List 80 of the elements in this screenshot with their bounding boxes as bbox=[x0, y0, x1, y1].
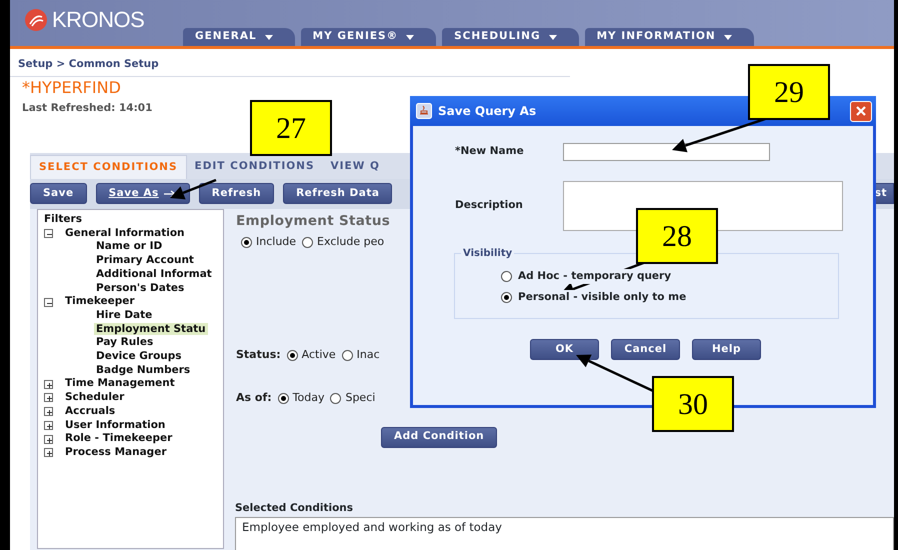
tree-title: Filters bbox=[44, 213, 83, 227]
radio-label: Exclude peo bbox=[317, 234, 384, 250]
expand-icon[interactable] bbox=[44, 434, 53, 444]
tree-item[interactable]: Role - Timekeeper bbox=[65, 432, 172, 446]
tree-item[interactable]: Device Groups bbox=[94, 350, 184, 362]
app-icon bbox=[416, 103, 432, 119]
tree-item[interactable]: Employment Statu bbox=[94, 322, 208, 335]
dialog-button[interactable]: OK bbox=[530, 339, 599, 360]
caret-icon bbox=[724, 34, 732, 40]
callout-label: 27 bbox=[250, 100, 332, 156]
radio-button[interactable] bbox=[330, 393, 342, 404]
logo-icon bbox=[24, 8, 48, 32]
radio-button[interactable] bbox=[278, 393, 289, 404]
tree-item[interactable]: Timekeeper bbox=[65, 295, 135, 309]
callout-label: 29 bbox=[748, 64, 830, 120]
expand-icon[interactable] bbox=[44, 393, 53, 402]
callout-label: 28 bbox=[636, 208, 718, 264]
tree-item[interactable]: Name or ID bbox=[94, 240, 164, 252]
tree-item[interactable]: Hire Date bbox=[94, 308, 154, 321]
radio-button[interactable] bbox=[342, 350, 353, 360]
field-label: Description bbox=[454, 198, 524, 214]
radio-label: Ad Hoc - temporary query bbox=[518, 268, 672, 284]
tree-item[interactable]: Additional Informat bbox=[94, 268, 214, 280]
tree-item[interactable]: General Information bbox=[65, 226, 185, 240]
radio-button[interactable] bbox=[302, 237, 314, 248]
radio-button[interactable] bbox=[241, 237, 252, 248]
tree-item[interactable]: Time Management bbox=[65, 377, 175, 392]
tree-item[interactable]: Process Manager bbox=[65, 446, 166, 460]
expand-icon[interactable] bbox=[44, 420, 53, 430]
radio-label: Inac bbox=[356, 346, 380, 363]
field-label: As of: bbox=[236, 390, 272, 406]
dialog-title: Save Query As bbox=[438, 103, 536, 120]
logo-text: KRONOS bbox=[52, 8, 144, 32]
caret-icon bbox=[264, 34, 273, 40]
dialog-button[interactable]: Cancel bbox=[611, 339, 680, 360]
group-title: Visibility bbox=[461, 246, 514, 261]
toolbar-button[interactable]: Save bbox=[30, 183, 87, 204]
tree-item[interactable]: Scheduler bbox=[65, 391, 124, 405]
radio-label: Include bbox=[256, 234, 296, 250]
nav-tab[interactable]: SCHEDULING bbox=[442, 28, 579, 46]
expand-icon[interactable] bbox=[44, 407, 53, 416]
nav-tab[interactable]: GENERAL bbox=[183, 28, 295, 46]
nav-tab[interactable]: MY INFORMATION bbox=[584, 28, 754, 46]
save-as-button[interactable]: Save As bbox=[96, 183, 190, 204]
radio-label: Today bbox=[292, 390, 324, 406]
radio-button[interactable] bbox=[501, 271, 512, 282]
section-title: Employment Status bbox=[236, 212, 390, 231]
nav-tab[interactable]: MY GENIES® bbox=[300, 28, 436, 46]
radio-button[interactable] bbox=[286, 350, 298, 360]
field-label: Status: bbox=[236, 346, 281, 363]
collapse-icon[interactable] bbox=[44, 229, 53, 238]
close-button[interactable] bbox=[850, 100, 872, 122]
radio-button[interactable] bbox=[501, 292, 512, 303]
conditions-box[interactable]: Employee employed and working as of today bbox=[235, 516, 894, 550]
tree-item[interactable]: Pay Rules bbox=[94, 336, 156, 348]
name-input[interactable] bbox=[563, 143, 770, 161]
add-condition-button[interactable]: Add Condition bbox=[381, 426, 498, 448]
field-label: *New Name bbox=[454, 144, 525, 160]
callout-label: 30 bbox=[652, 376, 734, 432]
toolbar-button[interactable]: Refresh Data bbox=[283, 183, 392, 204]
caret-icon bbox=[406, 34, 414, 40]
radio-label: Speci bbox=[345, 390, 376, 406]
tree-item[interactable]: Badge Numbers bbox=[94, 364, 192, 376]
last-refreshed-text: Last Refreshed: 14:01 bbox=[21, 100, 152, 116]
breadcrumb[interactable]: Setup > Common Setup bbox=[10, 49, 570, 77]
close-icon bbox=[855, 105, 867, 117]
field-label: Selected Conditions bbox=[235, 501, 354, 516]
radio-label: Personal - visible only to me bbox=[518, 290, 686, 306]
caret-icon bbox=[548, 34, 557, 40]
expand-icon[interactable] bbox=[44, 448, 53, 458]
dialog-button[interactable]: Help bbox=[692, 339, 761, 360]
tree-item[interactable]: Primary Account bbox=[94, 254, 196, 266]
expand-icon[interactable] bbox=[44, 380, 53, 389]
tree-item[interactable]: Accruals bbox=[65, 404, 116, 419]
tree-item[interactable]: Person's Dates bbox=[94, 282, 186, 294]
page-title: *HYPERFIND bbox=[21, 76, 121, 98]
tree-item[interactable]: User Information bbox=[65, 418, 166, 432]
toolbar-button[interactable]: Refresh bbox=[198, 183, 274, 204]
radio-label: Active bbox=[302, 346, 336, 363]
collapse-icon[interactable] bbox=[44, 298, 53, 307]
